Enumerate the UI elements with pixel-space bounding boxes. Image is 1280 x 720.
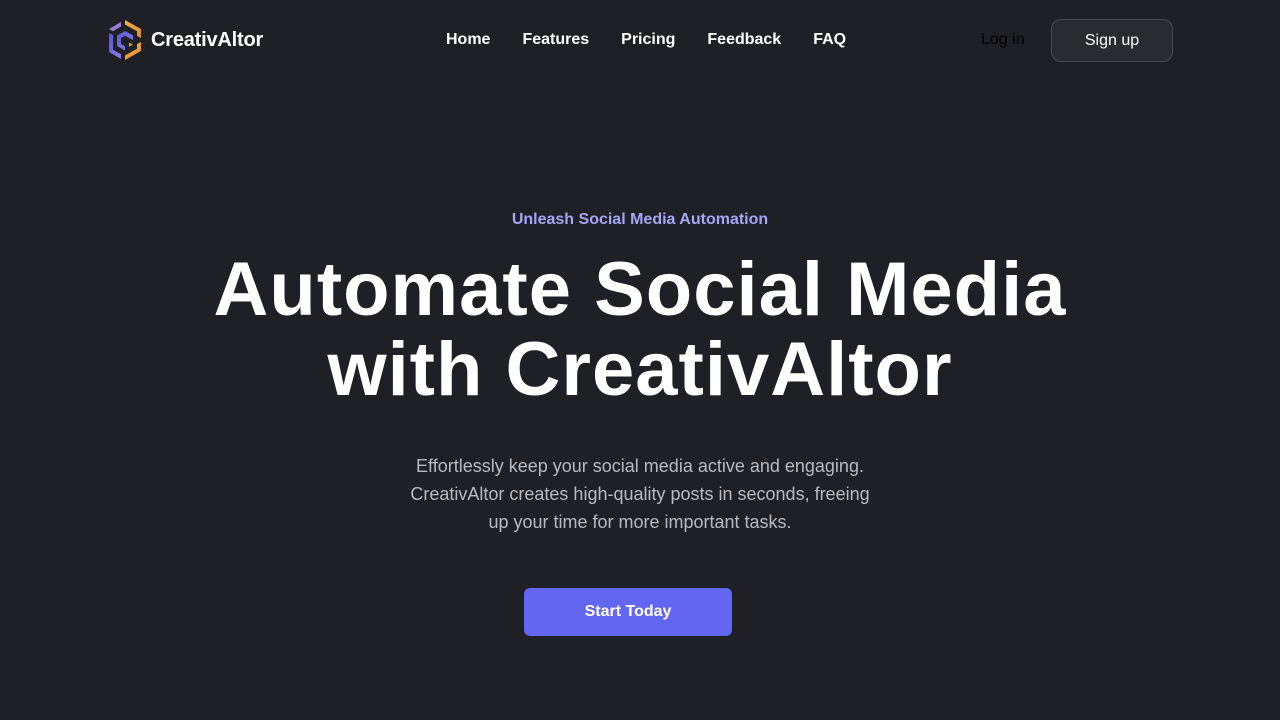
nav-link-pricing[interactable]: Pricing	[605, 28, 691, 52]
signup-button[interactable]: Sign up	[1051, 19, 1173, 62]
hero-subtitle-line2: CreativAltor creates high-quality posts …	[410, 484, 870, 504]
hero-section: Unleash Social Media Automation Automate…	[0, 200, 1280, 536]
nav-link-home[interactable]: Home	[430, 28, 506, 52]
start-today-button[interactable]: Start Today	[524, 588, 732, 636]
hero-eyebrow: Unleash Social Media Automation	[511, 211, 769, 228]
nav-link-feedback[interactable]: Feedback	[691, 28, 797, 52]
nav-link-features[interactable]: Features	[506, 28, 605, 52]
brand-logo-link[interactable]: CreativAltor	[106, 18, 263, 62]
main-nav: Home Features Pricing Feedback FAQ	[430, 28, 862, 52]
landing-page: CreativAltor Home Features Pricing Feedb…	[0, 0, 1280, 720]
hero-subtitle-line3: up your time for more important tasks.	[488, 512, 792, 532]
hero-headline-line2: with CreativAltor	[327, 327, 953, 412]
hero-headline-line1: Automate Social Media	[213, 247, 1067, 332]
hexagon-logo-icon	[106, 18, 144, 62]
login-link[interactable]: Log in	[981, 28, 1025, 52]
hero-headline: Automate Social Media with CreativAltor	[140, 250, 1140, 410]
brand-name: CreativAltor	[151, 28, 264, 51]
hero-subtitle: Effortlessly keep your social media acti…	[380, 452, 900, 536]
top-navbar: CreativAltor Home Features Pricing Feedb…	[0, 0, 1280, 80]
nav-link-faq[interactable]: FAQ	[797, 28, 862, 52]
hero-subtitle-line1: Effortlessly keep your social media acti…	[416, 456, 864, 476]
